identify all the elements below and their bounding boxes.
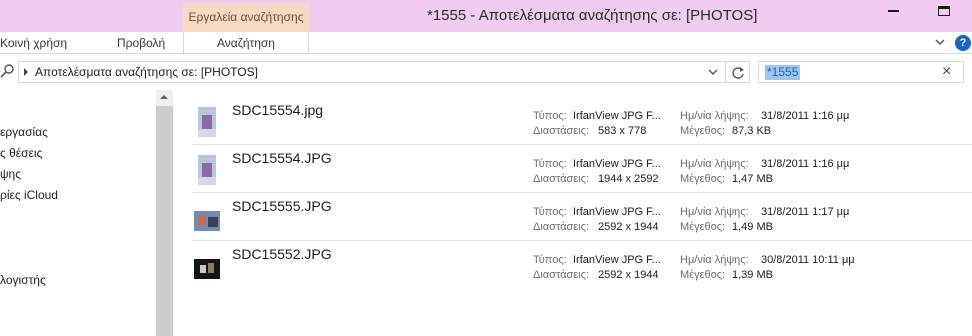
dimensions-value: 583 x 778: [598, 125, 647, 137]
file-name[interactable]: SDC15554.JPG: [232, 150, 332, 166]
size-label: Μέγεθος:: [680, 125, 726, 137]
dimensions-label: Διαστάσεις:: [533, 269, 589, 281]
context-tab-search-tools[interactable]: Εργαλεία αναζήτησης: [183, 3, 309, 32]
nav-item[interactable]: ψης: [0, 167, 21, 181]
date-taken-label: Ημ/νία λήψης:: [680, 254, 749, 266]
size-value: 1,39 MB: [732, 269, 773, 281]
dimensions-value: 2592 x 1944: [598, 269, 659, 281]
navigation-pane: εργασίας ς θέσεις ψης ρίες iCloud λογιστ…: [0, 90, 156, 336]
refresh-button[interactable]: [726, 61, 750, 83]
address-path[interactable]: Αποτελέσματα αναζήτησης σε: [PHOTOS]: [35, 65, 258, 79]
search-input[interactable]: *1555 ×: [758, 61, 964, 83]
maximize-button[interactable]: [928, 0, 960, 28]
file-name[interactable]: SDC15554.jpg: [232, 102, 323, 118]
file-name[interactable]: SDC15552.JPG: [232, 246, 332, 262]
result-row[interactable]: SDC15552.JPG Τύπος: IrfanView JPG F... Δ…: [192, 241, 972, 289]
ribbon-expand-chevron-icon[interactable]: [934, 36, 946, 48]
nav-item[interactable]: λογιστής: [0, 273, 46, 287]
date-taken-value: 30/8/2011 10:11 μμ: [761, 254, 855, 266]
breadcrumb-arrow-icon[interactable]: [24, 68, 28, 76]
result-row[interactable]: SDC15555.JPG Τύπος: IrfanView JPG F... Δ…: [192, 193, 972, 241]
title-bar: Εργαλεία αναζήτησης *1555 - Αποτελέσματα…: [0, 0, 972, 32]
type-value: IrfanView JPG F...: [573, 206, 661, 218]
type-label: Τύπος:: [533, 158, 567, 170]
size-value: 1,47 MB: [732, 173, 773, 185]
date-taken-label: Ημ/νία λήψης:: [680, 110, 749, 122]
nav-item[interactable]: ρίες iCloud: [0, 188, 58, 202]
type-label: Τύπος:: [533, 110, 567, 122]
search-icon: [0, 64, 14, 78]
address-dropdown-icon[interactable]: [707, 67, 719, 77]
dimensions-value: 1944 x 2592: [598, 173, 659, 185]
nav-item[interactable]: εργασίας: [0, 125, 48, 139]
minimize-icon: [888, 10, 899, 12]
date-taken-value: 31/8/2011 1:17 μμ: [761, 206, 850, 218]
type-label: Τύπος:: [533, 254, 567, 266]
address-bar[interactable]: Αποτελέσματα αναζήτησης σε: [PHOTOS]: [18, 61, 726, 83]
search-query[interactable]: *1555: [765, 65, 801, 80]
type-label: Τύπος:: [533, 206, 567, 218]
size-label: Μέγεθος:: [680, 173, 726, 185]
image-thumbnail-icon: [198, 155, 216, 185]
size-value: 1,49 MB: [732, 221, 773, 233]
scroll-thumb[interactable]: [156, 106, 173, 336]
help-button[interactable]: ?: [955, 35, 971, 51]
tab-view[interactable]: Προβολή: [117, 36, 165, 50]
maximize-icon: [938, 6, 950, 16]
minimize-button[interactable]: [880, 0, 910, 28]
size-value: 87,3 KB: [732, 125, 772, 137]
result-row[interactable]: SDC15554.JPG Τύπος: IrfanView JPG F... Δ…: [192, 145, 972, 193]
type-value: IrfanView JPG F...: [573, 158, 661, 170]
image-thumbnail-icon: [198, 107, 216, 137]
refresh-icon: [732, 67, 744, 79]
size-label: Μέγεθος:: [680, 269, 726, 281]
dimensions-value: 2592 x 1944: [598, 221, 659, 233]
nav-scrollbar[interactable]: [156, 90, 173, 336]
image-thumbnail-icon: [194, 211, 220, 231]
size-label: Μέγεθος:: [680, 221, 726, 233]
dimensions-label: Διαστάσεις:: [533, 221, 589, 233]
tab-search[interactable]: Αναζήτηση: [183, 32, 309, 54]
dimensions-label: Διαστάσεις:: [533, 125, 589, 137]
address-row: Αποτελέσματα αναζήτησης σε: [PHOTOS] *15…: [0, 59, 972, 85]
window-title: *1555 - Αποτελέσματα αναζήτησης σε: [PHO…: [427, 7, 758, 24]
date-taken-label: Ημ/νία λήψης:: [680, 206, 749, 218]
clear-search-button[interactable]: ×: [942, 63, 951, 81]
nav-item[interactable]: ς θέσεις: [0, 146, 42, 160]
date-taken-label: Ημ/νία λήψης:: [680, 158, 749, 170]
ribbon-tabs: Κοινή χρήση Προβολή Αναζήτηση: [0, 32, 972, 54]
result-row[interactable]: SDC15554.jpg Τύπος: IrfanView JPG F... Δ…: [192, 97, 972, 145]
scroll-up-arrow-icon[interactable]: [160, 95, 168, 99]
type-value: IrfanView JPG F...: [573, 110, 661, 122]
file-name[interactable]: SDC15555.JPG: [232, 198, 332, 214]
dimensions-label: Διαστάσεις:: [533, 173, 589, 185]
type-value: IrfanView JPG F...: [573, 254, 661, 266]
date-taken-value: 31/8/2011 1:16 μμ: [761, 158, 850, 170]
image-thumbnail-icon: [194, 259, 220, 279]
date-taken-value: 31/8/2011 1:16 μμ: [761, 110, 850, 122]
tab-share[interactable]: Κοινή χρήση: [0, 36, 67, 50]
